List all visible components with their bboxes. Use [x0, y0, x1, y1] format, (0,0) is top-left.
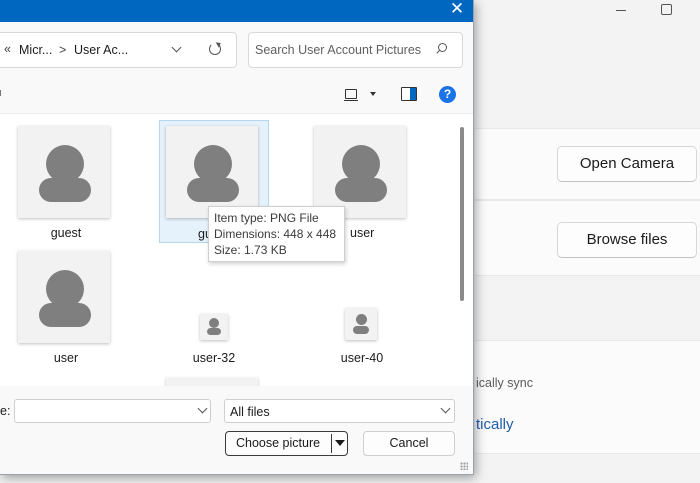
file-name-label: e: — [0, 404, 11, 418]
file-tooltip: Item type: PNG File Dimensions: 448 x 44… — [208, 206, 345, 262]
search-icon[interactable] — [434, 43, 448, 57]
view-mode-icon[interactable] — [344, 88, 358, 101]
file-item-user[interactable]: user — [14, 246, 118, 370]
dialog-titlebar: ✕ — [0, 0, 473, 22]
file-name: user-40 — [340, 351, 384, 365]
file-name: guest — [50, 226, 82, 240]
user-avatar-icon — [200, 314, 228, 340]
breadcrumb-overflow[interactable]: « — [4, 42, 11, 56]
file-name-input[interactable] — [14, 399, 211, 423]
sync-card — [475, 340, 700, 454]
browse-files-button[interactable]: Browse files — [557, 222, 697, 258]
file-list-scrollbar[interactable] — [460, 127, 464, 301]
breadcrumb-user-account[interactable]: User Ac... — [74, 43, 128, 57]
cancel-button[interactable]: Cancel — [363, 431, 455, 456]
maximize-icon[interactable] — [660, 2, 674, 16]
search-input[interactable] — [255, 42, 427, 58]
tooltip-item-type: Item type: PNG File — [214, 211, 319, 225]
file-item-user-40[interactable]: user-40 — [312, 298, 412, 368]
chevron-down-icon[interactable] — [170, 42, 184, 56]
search-box[interactable] — [248, 32, 463, 68]
refresh-icon[interactable] — [208, 42, 222, 56]
user-avatar-icon — [18, 126, 110, 218]
breadcrumb-separator: > — [59, 43, 67, 57]
avatar-head — [209, 318, 219, 328]
minimize-icon[interactable] — [614, 2, 628, 16]
file-item-guest[interactable]: guest — [14, 120, 118, 244]
tooltip-size: Size: 1.73 KB — [214, 243, 287, 257]
sync-description: ically sync — [476, 376, 533, 390]
resize-grip-icon[interactable] — [460, 462, 468, 470]
file-picker-dialog: ✕ « Micr... > User Ac... ? guest — [0, 0, 474, 475]
split-button-divider — [331, 434, 332, 453]
user-avatar-icon — [166, 126, 258, 218]
help-icon[interactable]: ? — [439, 86, 456, 103]
tooltip-dimensions: Dimensions: 448 x 448 — [214, 227, 337, 241]
choose-picture-button[interactable]: Choose picture — [225, 431, 348, 456]
avatar-body — [207, 328, 221, 335]
preview-pane-icon[interactable] — [401, 87, 417, 101]
file-name: user-32 — [192, 351, 236, 365]
avatar-body — [335, 178, 387, 202]
file-name: user — [350, 226, 375, 240]
avatar-body — [353, 326, 369, 334]
breadcrumb-microsoft[interactable]: Micr... — [19, 43, 52, 57]
file-item-user-32[interactable]: user-32 — [164, 304, 264, 368]
avatar-body — [39, 178, 91, 202]
user-avatar-icon — [18, 251, 110, 343]
sync-link[interactable]: tically — [476, 416, 514, 433]
file-name: user — [53, 351, 79, 365]
user-avatar-icon — [345, 308, 377, 340]
more-options-icon[interactable] — [0, 90, 1, 96]
avatar-body — [187, 178, 239, 202]
close-icon[interactable]: ✕ — [449, 0, 465, 20]
choose-dropdown-icon[interactable] — [335, 440, 345, 446]
user-avatar-icon — [314, 126, 406, 218]
avatar-head — [356, 314, 367, 325]
avatar-body — [39, 303, 91, 327]
address-bar[interactable]: « Micr... > User Ac... — [0, 32, 237, 68]
view-dropdown-icon[interactable] — [370, 92, 376, 96]
partial-file-thumbnail — [166, 378, 258, 386]
open-camera-button[interactable]: Open Camera — [557, 146, 697, 182]
file-type-select[interactable]: All files — [224, 399, 455, 423]
